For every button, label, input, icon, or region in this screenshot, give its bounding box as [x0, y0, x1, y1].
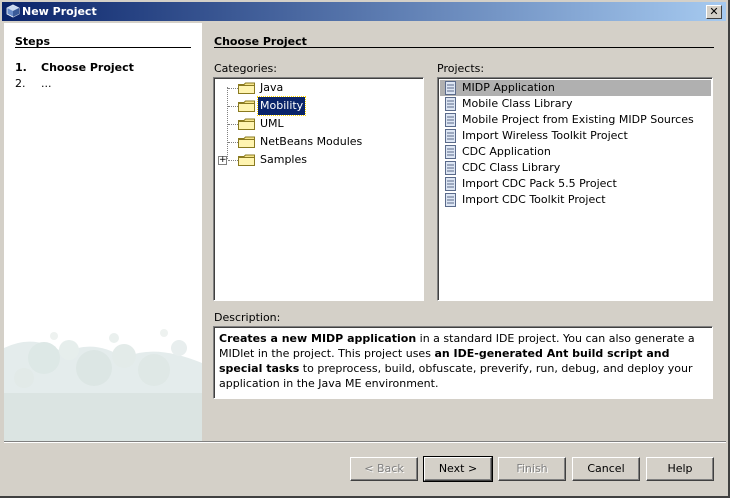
- tree-connector: [228, 88, 238, 89]
- project-import-cdc-toolkit[interactable]: Import CDC Toolkit Project: [440, 192, 711, 208]
- project-label: Import CDC Toolkit Project: [462, 193, 606, 206]
- step-number: 1.: [15, 61, 27, 74]
- project-document-icon: [445, 113, 456, 127]
- description-label: Description:: [214, 311, 281, 324]
- project-label: Mobile Class Library: [462, 97, 573, 110]
- categories-label: Categories:: [214, 62, 277, 75]
- folder-icon: [238, 100, 255, 112]
- project-label: CDC Class Library: [462, 161, 561, 174]
- window-title: New Project: [22, 5, 97, 18]
- steps-panel: Steps 1. Choose Project 2....: [4, 23, 202, 441]
- project-midp-application[interactable]: MIDP Application: [440, 80, 711, 96]
- expand-plus-icon[interactable]: +: [218, 156, 227, 165]
- close-button[interactable]: ✕: [706, 5, 722, 19]
- tree-connector: [228, 142, 238, 143]
- finish-button[interactable]: Finish: [498, 457, 566, 481]
- step-more: 2....: [15, 77, 52, 90]
- project-import-cdc-pack[interactable]: Import CDC Pack 5.5 Project: [440, 176, 711, 192]
- project-label: Import CDC Pack 5.5 Project: [462, 177, 617, 190]
- category-uml[interactable]: UML: [214, 115, 419, 133]
- tree-connector: [228, 124, 238, 125]
- category-java[interactable]: Java: [214, 79, 419, 97]
- new-project-dialog: New Project ✕ Steps 1. Choose Project 2..…: [0, 0, 730, 498]
- description-bold-lead: Creates a new MIDP application: [219, 332, 417, 345]
- cancel-button[interactable]: Cancel: [572, 457, 640, 481]
- category-mobility[interactable]: Mobility: [214, 96, 419, 116]
- close-icon: ✕: [709, 5, 719, 18]
- project-document-icon: [445, 193, 456, 207]
- folder-icon: [238, 118, 255, 130]
- category-label: UML: [260, 117, 284, 130]
- category-label: Mobility: [256, 96, 307, 116]
- step-choose-project: 1. Choose Project: [15, 61, 134, 74]
- project-document-icon: [445, 145, 456, 159]
- project-document-icon: [445, 81, 456, 95]
- category-label: Samples: [260, 153, 307, 166]
- project-document-icon: [445, 129, 456, 143]
- tree-connector: [228, 106, 238, 107]
- project-document-icon: [445, 177, 456, 191]
- back-button[interactable]: < Back: [350, 457, 418, 481]
- folder-icon: [238, 82, 255, 94]
- step-number: 2.: [15, 77, 26, 90]
- step-label: ...: [41, 77, 52, 90]
- category-label: Java: [260, 81, 284, 94]
- project-label: Mobile Project from Existing MIDP Source…: [462, 113, 694, 126]
- projects-label: Projects:: [437, 62, 485, 75]
- project-cdc-class-library[interactable]: CDC Class Library: [440, 160, 711, 176]
- project-label: MIDP Application: [462, 81, 555, 94]
- project-document-icon: [445, 161, 456, 175]
- netbeans-cube-icon: [6, 4, 20, 18]
- folder-icon: [238, 154, 255, 166]
- project-label: Import Wireless Toolkit Project: [462, 129, 628, 142]
- categories-tree[interactable]: Java Mobility UML NetBeans Modules + Sam…: [213, 77, 424, 301]
- step-label: Choose Project: [41, 61, 134, 74]
- tree-connector: [228, 160, 238, 161]
- project-label: CDC Application: [462, 145, 551, 158]
- help-button[interactable]: Help: [646, 457, 714, 481]
- project-document-icon: [445, 97, 456, 111]
- category-netbeans-modules[interactable]: NetBeans Modules: [214, 133, 419, 151]
- projects-list[interactable]: MIDP Application Mobile Class Library Mo…: [437, 77, 713, 301]
- folder-icon: [238, 136, 255, 148]
- steps-divider: [15, 47, 191, 48]
- project-mobile-class-library[interactable]: Mobile Class Library: [440, 96, 711, 112]
- title-bar[interactable]: New Project ✕: [2, 2, 726, 21]
- project-import-wireless-toolkit[interactable]: Import Wireless Toolkit Project: [440, 128, 711, 144]
- project-cdc-application[interactable]: CDC Application: [440, 144, 711, 160]
- decorative-bubbles-image: [4, 308, 202, 441]
- button-bar-divider: [4, 441, 726, 443]
- description-box: Creates a new MIDP application in a stan…: [213, 326, 713, 399]
- category-label: NetBeans Modules: [260, 135, 363, 148]
- next-button[interactable]: Next >: [423, 456, 493, 482]
- project-mobile-from-existing-sources[interactable]: Mobile Project from Existing MIDP Source…: [440, 112, 711, 128]
- category-samples[interactable]: + Samples: [214, 151, 419, 169]
- title-divider: [214, 47, 714, 48]
